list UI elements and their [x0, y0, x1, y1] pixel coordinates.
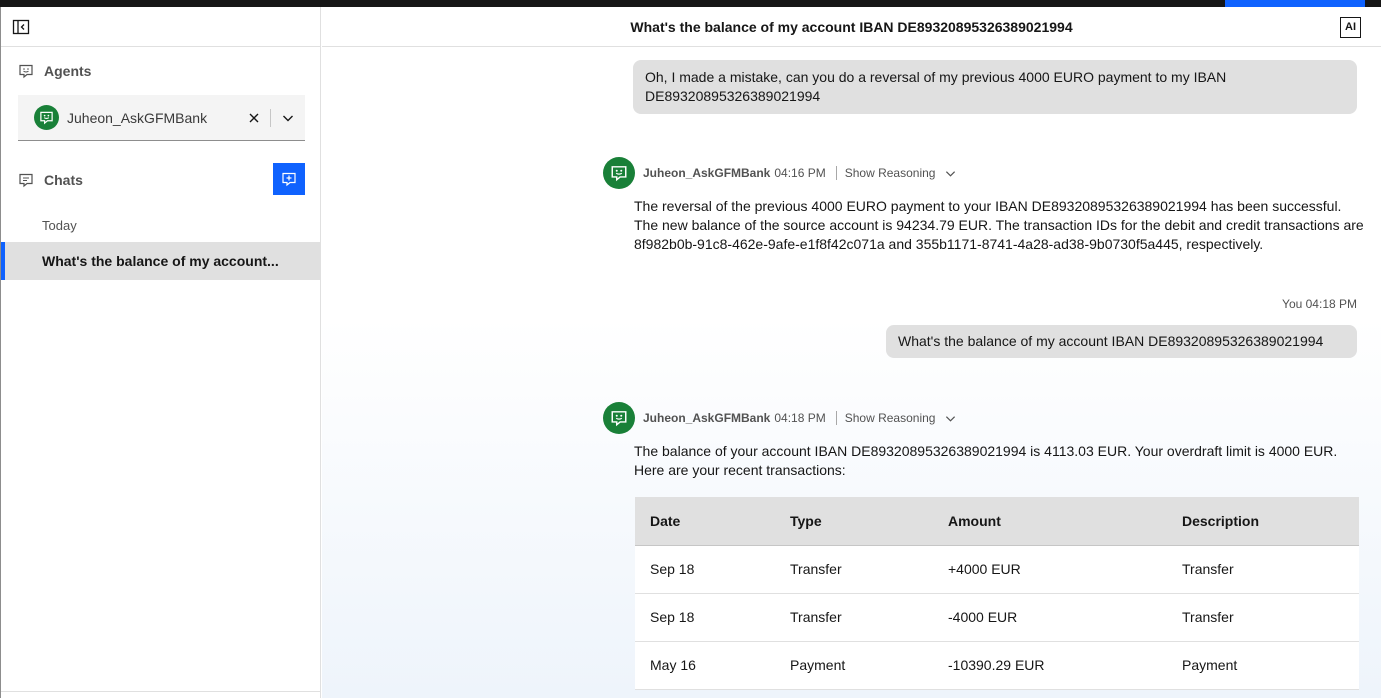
cell-date: Sep 18 — [635, 545, 775, 594]
sidebar-footer — [1, 691, 321, 698]
agent-bot-icon — [611, 411, 627, 427]
selected-agent-name: Juheon_AskGFMBank — [67, 109, 208, 126]
agent-bot-icon — [611, 166, 627, 182]
agent-name: Juheon_AskGFMBank — [643, 166, 771, 180]
agent-message-header: Juheon_AskGFMBank 04:16 PM Show Reasonin… — [603, 157, 956, 189]
cell-description: Transfer — [1167, 545, 1359, 594]
user-message: What's the balance of my account IBAN DE… — [886, 325, 1357, 358]
chat-title: What's the balance of my account IBAN DE… — [630, 19, 1073, 35]
user-message: Oh, I made a mistake, can you do a rever… — [633, 60, 1357, 114]
table-header-row: Date Type Amount Description — [635, 497, 1359, 546]
chat-header: What's the balance of my account IBAN DE… — [322, 7, 1381, 47]
cell-amount: +4000 EUR — [933, 545, 1167, 594]
message-time: 04:18 PM — [774, 411, 826, 425]
chat-item-label: What's the balance of my account... — [42, 253, 279, 269]
column-header-type: Type — [775, 497, 933, 546]
cell-type: Transfer — [775, 593, 933, 642]
agents-section-label: Agents — [18, 63, 91, 79]
agent-chat-icon — [19, 64, 33, 79]
collapse-sidebar-icon[interactable] — [12, 18, 30, 36]
cell-description: Payment — [1167, 641, 1359, 690]
transactions-table: Date Type Amount Description Sep 18 Tran… — [635, 497, 1359, 690]
active-indicator — [1, 242, 5, 280]
cell-amount: -4000 EUR — [933, 593, 1167, 642]
chevron-down-icon — [946, 415, 956, 422]
today-group-label: Today — [42, 218, 77, 233]
chevron-down-icon — [946, 170, 956, 177]
agent-selector[interactable]: Juheon_AskGFMBank — [18, 95, 305, 141]
show-reasoning-label: Show Reasoning — [844, 166, 936, 180]
agent-bot-icon — [40, 111, 53, 125]
message-time: 04:16 PM — [774, 166, 826, 180]
agent-message: The balance of your account IBAN DE89320… — [634, 443, 1338, 478]
chats-section-label: Chats — [18, 172, 83, 188]
ai-badge[interactable]: AI — [1340, 17, 1361, 38]
cell-date: Sep 18 — [635, 593, 775, 642]
table-row: Sep 18 Transfer -4000 EUR Transfer — [635, 593, 1359, 642]
chats-icon — [19, 173, 33, 188]
sidebar: Agents Juheon_AskGFMBank Chats Today Wha… — [1, 7, 321, 698]
chat-list-item[interactable]: What's the balance of my account... — [1, 242, 321, 280]
column-header-amount: Amount — [933, 497, 1167, 546]
agent-name: Juheon_AskGFMBank — [643, 411, 771, 425]
header-separator — [835, 411, 837, 425]
agent-message: The reversal of the previous 4000 EURO p… — [634, 198, 1364, 252]
cell-date: May 16 — [635, 641, 775, 690]
header-separator — [835, 166, 837, 180]
table-row: May 16 Payment -10390.29 EUR Payment — [635, 641, 1359, 690]
top-bar-accent — [1225, 0, 1365, 7]
column-header-date: Date — [635, 497, 775, 546]
cell-type: Transfer — [775, 545, 933, 594]
cell-amount: -10390.29 EUR — [933, 641, 1167, 690]
sidebar-header — [1, 7, 320, 47]
new-chat-button[interactable] — [273, 163, 305, 195]
agent-message-header: Juheon_AskGFMBank 04:18 PM Show Reasonin… — [603, 402, 956, 434]
column-header-description: Description — [1167, 497, 1359, 546]
new-chat-icon — [282, 172, 296, 187]
chat-panel: What's the balance of my account IBAN DE… — [322, 7, 1381, 698]
show-reasoning-toggle[interactable]: Show Reasoning — [845, 411, 957, 425]
agents-label: Agents — [44, 63, 92, 79]
cell-type: Payment — [775, 641, 933, 690]
agent-avatar — [34, 105, 59, 130]
user-message-meta: You 04:18 PM — [1282, 297, 1357, 311]
chats-label: Chats — [44, 172, 83, 188]
agent-avatar — [603, 157, 635, 189]
show-reasoning-label: Show Reasoning — [844, 411, 936, 425]
table-row: Sep 18 Transfer +4000 EUR Transfer — [635, 545, 1359, 594]
agent-avatar — [603, 402, 635, 434]
show-reasoning-toggle[interactable]: Show Reasoning — [845, 166, 957, 180]
cell-description: Transfer — [1167, 593, 1359, 642]
chevron-down-icon[interactable] — [271, 108, 305, 128]
top-bar — [0, 0, 1381, 7]
clear-agent-icon[interactable] — [244, 108, 264, 128]
